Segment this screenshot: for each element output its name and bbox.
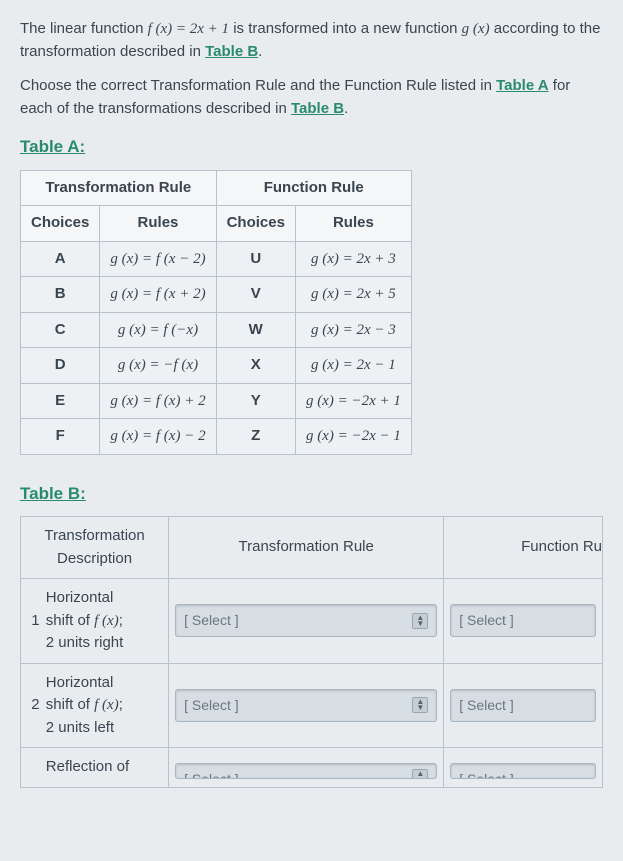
table-a-sub-choices: Choices xyxy=(21,206,100,242)
row-number: 1 xyxy=(21,579,44,664)
transformation-rule: g (x) = f (x) − 2 xyxy=(100,419,216,455)
intro-text: Choose the correct Transformation Rule a… xyxy=(20,77,496,94)
table-a: Transformation Rule Function Rule Choice… xyxy=(20,170,412,455)
row-number xyxy=(21,748,44,788)
choice-label: U xyxy=(250,250,261,267)
select-placeholder: [ Select ] xyxy=(184,695,238,716)
table-row: 2 Horizontal shift of f (x); 2 units lef… xyxy=(21,663,603,748)
transformation-rule-select[interactable]: [ Select ] ▲ xyxy=(175,763,437,779)
table-row: C g (x) = f (−x) W g (x) = 2x − 3 xyxy=(21,312,412,348)
function-rule: g (x) = −2x − 1 xyxy=(295,419,411,455)
table-b-heading: Table B: xyxy=(20,481,603,507)
choice-label: C xyxy=(55,321,66,338)
function-rule: g (x) = 2x + 5 xyxy=(295,277,411,313)
function-rule: g (x) = 2x + 3 xyxy=(295,241,411,277)
intro-text: The linear function xyxy=(20,20,148,37)
transformation-description: Reflection of xyxy=(44,748,169,788)
intro-gx: g (x) xyxy=(462,21,490,37)
table-a-header-transformation-rule: Transformation Rule xyxy=(21,170,217,206)
select-placeholder: [ Select ] xyxy=(459,695,513,716)
select-placeholder: [ Select ] xyxy=(459,769,513,779)
select-placeholder: [ Select ] xyxy=(184,769,238,779)
table-b-header-description: Transformation Description xyxy=(21,517,169,579)
stepper-icon: ▲▼ xyxy=(412,613,428,629)
choice-label: W xyxy=(249,321,263,338)
table-a-sub-choices: Choices xyxy=(216,206,295,242)
function-rule-select[interactable]: [ Select ] xyxy=(450,689,596,722)
select-placeholder: [ Select ] xyxy=(184,610,238,631)
choice-label: B xyxy=(55,285,66,302)
link-table-b[interactable]: Table B xyxy=(205,43,258,60)
intro-fx: f (x) = 2x + 1 xyxy=(148,21,229,37)
table-a-heading: Table A: xyxy=(20,134,603,160)
table-a-header-function-rule: Function Rule xyxy=(216,170,411,206)
table-row: Reflection of [ Select ] ▲ [ Select ] xyxy=(21,748,603,788)
choice-label: E xyxy=(55,392,65,409)
table-b-header-function-rule: Function Ru xyxy=(444,517,603,579)
intro-text: . xyxy=(344,100,348,117)
intro-text: . xyxy=(258,43,262,60)
stepper-icon: ▲ xyxy=(412,769,428,779)
choice-label: Z xyxy=(251,427,260,444)
transformation-rule: g (x) = −f (x) xyxy=(100,348,216,384)
choice-label: V xyxy=(251,285,261,302)
choice-label: F xyxy=(56,427,65,444)
intro-paragraph-1: The linear function f (x) = 2x + 1 is tr… xyxy=(20,18,603,63)
function-rule: g (x) = 2x − 3 xyxy=(295,312,411,348)
choice-label: D xyxy=(55,356,66,373)
link-table-b[interactable]: Table B xyxy=(291,100,344,117)
table-row: A g (x) = f (x − 2) U g (x) = 2x + 3 xyxy=(21,241,412,277)
transformation-rule: g (x) = f (x − 2) xyxy=(100,241,216,277)
table-a-sub-rules: Rules xyxy=(100,206,216,242)
intro-paragraph-2: Choose the correct Transformation Rule a… xyxy=(20,75,603,120)
choice-label: Y xyxy=(251,392,261,409)
table-row: D g (x) = −f (x) X g (x) = 2x − 1 xyxy=(21,348,412,384)
intro-text: is transformed into a new function xyxy=(233,20,461,37)
row-number: 2 xyxy=(21,663,44,748)
table-row: 1 Horizontal shift of f (x); 2 units rig… xyxy=(21,579,603,664)
transformation-description: Horizontal shift of f (x); 2 units left xyxy=(44,663,169,748)
table-row: F g (x) = f (x) − 2 Z g (x) = −2x − 1 xyxy=(21,419,412,455)
transformation-rule: g (x) = f (x + 2) xyxy=(100,277,216,313)
choice-label: A xyxy=(55,250,66,267)
table-row: E g (x) = f (x) + 2 Y g (x) = −2x + 1 xyxy=(21,383,412,419)
transformation-rule: g (x) = f (x) + 2 xyxy=(100,383,216,419)
table-a-sub-rules: Rules xyxy=(295,206,411,242)
transformation-rule: g (x) = f (−x) xyxy=(100,312,216,348)
function-rule: g (x) = −2x + 1 xyxy=(295,383,411,419)
function-rule-select[interactable]: [ Select ] xyxy=(450,763,596,779)
select-placeholder: [ Select ] xyxy=(459,610,513,631)
table-b-header-transformation-rule: Transformation Rule xyxy=(169,517,444,579)
function-rule: g (x) = 2x − 1 xyxy=(295,348,411,384)
transformation-rule-select[interactable]: [ Select ] ▲▼ xyxy=(175,604,437,637)
link-table-a[interactable]: Table A xyxy=(496,77,549,94)
transformation-rule-select[interactable]: [ Select ] ▲▼ xyxy=(175,689,437,722)
transformation-description: Horizontal shift of f (x); 2 units right xyxy=(44,579,169,664)
choice-label: X xyxy=(251,356,261,373)
function-rule-select[interactable]: [ Select ] xyxy=(450,604,596,637)
table-row: B g (x) = f (x + 2) V g (x) = 2x + 5 xyxy=(21,277,412,313)
table-b: Transformation Description Transformatio… xyxy=(20,516,603,788)
stepper-icon: ▲▼ xyxy=(412,697,428,713)
